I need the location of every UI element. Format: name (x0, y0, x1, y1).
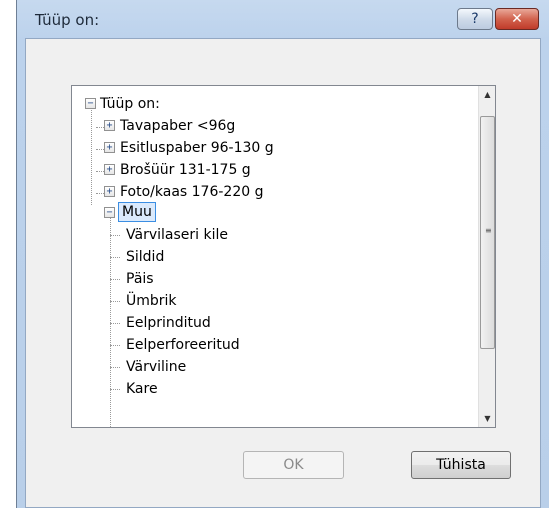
tree-line (110, 211, 111, 427)
tree-item-group[interactable]: Esitluspaber 96-130 g (120, 138, 274, 158)
expand-icon[interactable]: + (104, 164, 115, 175)
tree-item-group[interactable]: Brošüür 131-175 g (120, 160, 251, 180)
scroll-down-icon[interactable]: ▼ (479, 410, 495, 427)
expand-icon[interactable]: + (104, 142, 115, 153)
close-icon: ✕ (511, 11, 523, 27)
tree-item-leaf[interactable]: Eelperforeeritud (126, 335, 240, 355)
tree-line (96, 149, 104, 150)
tree-item-leaf[interactable]: Värviline (126, 357, 186, 377)
tree-root-label[interactable]: Tüüp on: (100, 94, 160, 114)
tree-item-leaf[interactable]: Sildid (126, 247, 164, 267)
tree-item-group[interactable]: Tavapaber <96g (120, 116, 235, 136)
tree-line (110, 389, 120, 390)
tree-line (110, 235, 120, 236)
tree-content: − Tüüp on: + Tavapaber <96g + Esitluspab… (72, 86, 478, 427)
tree-item-leaf[interactable]: Värvilaseri kile (126, 225, 228, 245)
tree-line (110, 257, 120, 258)
tree-item-selected[interactable]: Muu (118, 202, 156, 222)
tree-line (110, 323, 120, 324)
tree-item-leaf[interactable]: Päis (126, 269, 154, 289)
tree-item-leaf[interactable]: Ümbrik (126, 291, 177, 311)
expand-icon[interactable]: + (104, 120, 115, 131)
help-button[interactable]: ? (457, 8, 493, 30)
tree-item-leaf[interactable]: Kare (126, 379, 158, 399)
dialog-title: Tüüp on: (35, 11, 100, 29)
ok-button[interactable]: OK (243, 451, 344, 479)
tree-line (91, 103, 92, 205)
collapse-icon[interactable]: − (85, 98, 96, 109)
tree-item-group[interactable]: Foto/kaas 176-220 g (120, 182, 264, 202)
media-type-tree[interactable]: − Tüüp on: + Tavapaber <96g + Esitluspab… (71, 85, 496, 428)
tree-line (96, 127, 104, 128)
tree-line (110, 345, 120, 346)
tree-line (110, 367, 120, 368)
collapse-icon[interactable]: − (104, 207, 115, 218)
dialog-window: Tüüp on: ? ✕ − Tüüp on: + Tavapaber <96g… (16, 0, 549, 508)
tree-line (110, 301, 120, 302)
scrollbar-thumb[interactable]: ≡ (480, 116, 495, 349)
close-button[interactable]: ✕ (495, 8, 539, 30)
tree-line (96, 193, 104, 194)
tree-line (110, 279, 120, 280)
tree-item-leaf[interactable]: Eelprinditud (126, 313, 211, 333)
help-icon: ? (471, 11, 479, 27)
tree-line (96, 171, 104, 172)
vertical-scrollbar[interactable]: ▲ ≡ ▼ (478, 86, 495, 427)
cancel-button[interactable]: Tühista (411, 451, 511, 479)
expand-icon[interactable]: + (104, 186, 115, 197)
title-bar: Tüüp on: ? ✕ (17, 0, 549, 38)
grip-icon: ≡ (485, 226, 492, 235)
scroll-up-icon[interactable]: ▲ (479, 86, 495, 103)
dialog-body: − Tüüp on: + Tavapaber <96g + Esitluspab… (25, 38, 541, 508)
